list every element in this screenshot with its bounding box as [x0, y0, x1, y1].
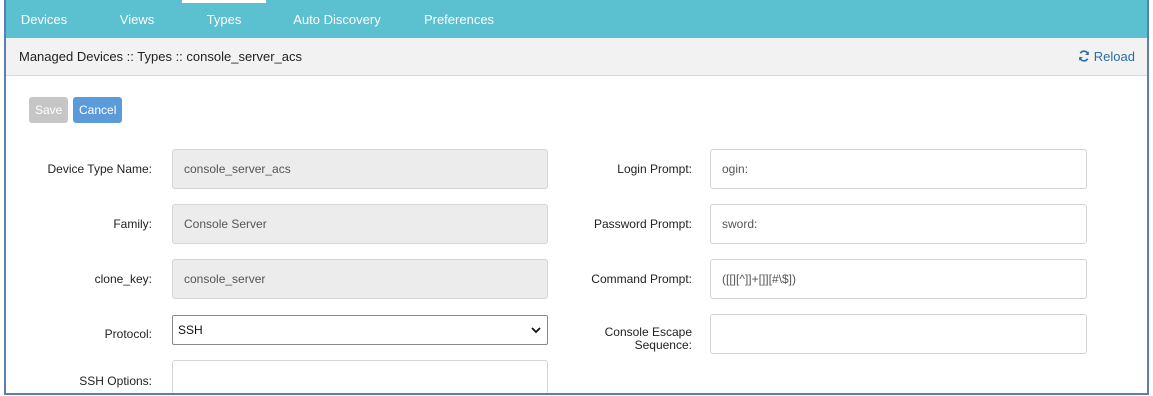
chevron-down-icon	[531, 327, 541, 334]
refresh-icon	[1078, 50, 1089, 62]
device-type-name-field[interactable]: console_server_acs	[172, 149, 548, 189]
console-escape-label: Console Escape Sequence:	[556, 326, 692, 352]
tab-preferences[interactable]: Preferences	[410, 0, 508, 38]
tab-devices[interactable]: Devices	[6, 0, 82, 38]
family-label: Family:	[113, 217, 152, 231]
ssh-options-field[interactable]	[172, 360, 548, 393]
reload-label: Reload	[1093, 49, 1135, 64]
app-frame: Devices Views Types Auto Discovery Prefe…	[4, 0, 1149, 395]
login-prompt-label: Login Prompt:	[617, 162, 692, 176]
family-field[interactable]: Console Server	[172, 204, 548, 244]
password-prompt-field[interactable]: sword:	[710, 204, 1087, 244]
breadcrumb-bar: Managed Devices :: Types :: console_serv…	[6, 38, 1147, 76]
console-escape-field[interactable]	[710, 314, 1087, 354]
save-button[interactable]: Save	[29, 97, 69, 123]
command-prompt-label: Command Prompt:	[591, 272, 692, 286]
protocol-select[interactable]: SSH	[172, 315, 548, 345]
top-navbar: Devices Views Types Auto Discovery Prefe…	[6, 0, 1147, 38]
clone-key-field[interactable]: console_server	[172, 259, 548, 299]
tab-views[interactable]: Views	[103, 0, 171, 38]
tab-auto-discovery[interactable]: Auto Discovery	[276, 0, 398, 38]
clone-key-label: clone_key:	[94, 272, 152, 286]
tab-types[interactable]: Types	[182, 0, 266, 38]
cancel-button[interactable]: Cancel	[73, 97, 123, 123]
console-escape-label-line2: Sequence:	[634, 338, 692, 352]
reload-link[interactable]: Reload	[1078, 38, 1135, 76]
command-prompt-field[interactable]: ([[][^]]+[]][#\$])	[710, 259, 1087, 299]
ssh-options-label: SSH Options:	[79, 374, 152, 388]
password-prompt-label: Password Prompt:	[593, 217, 692, 231]
breadcrumb: Managed Devices :: Types :: console_serv…	[19, 49, 303, 64]
protocol-label: Protocol:	[104, 327, 152, 341]
login-prompt-field[interactable]: ogin:	[710, 149, 1087, 189]
device-type-name-label: Device Type Name:	[47, 162, 153, 176]
protocol-selected-value: SSH	[178, 323, 203, 337]
